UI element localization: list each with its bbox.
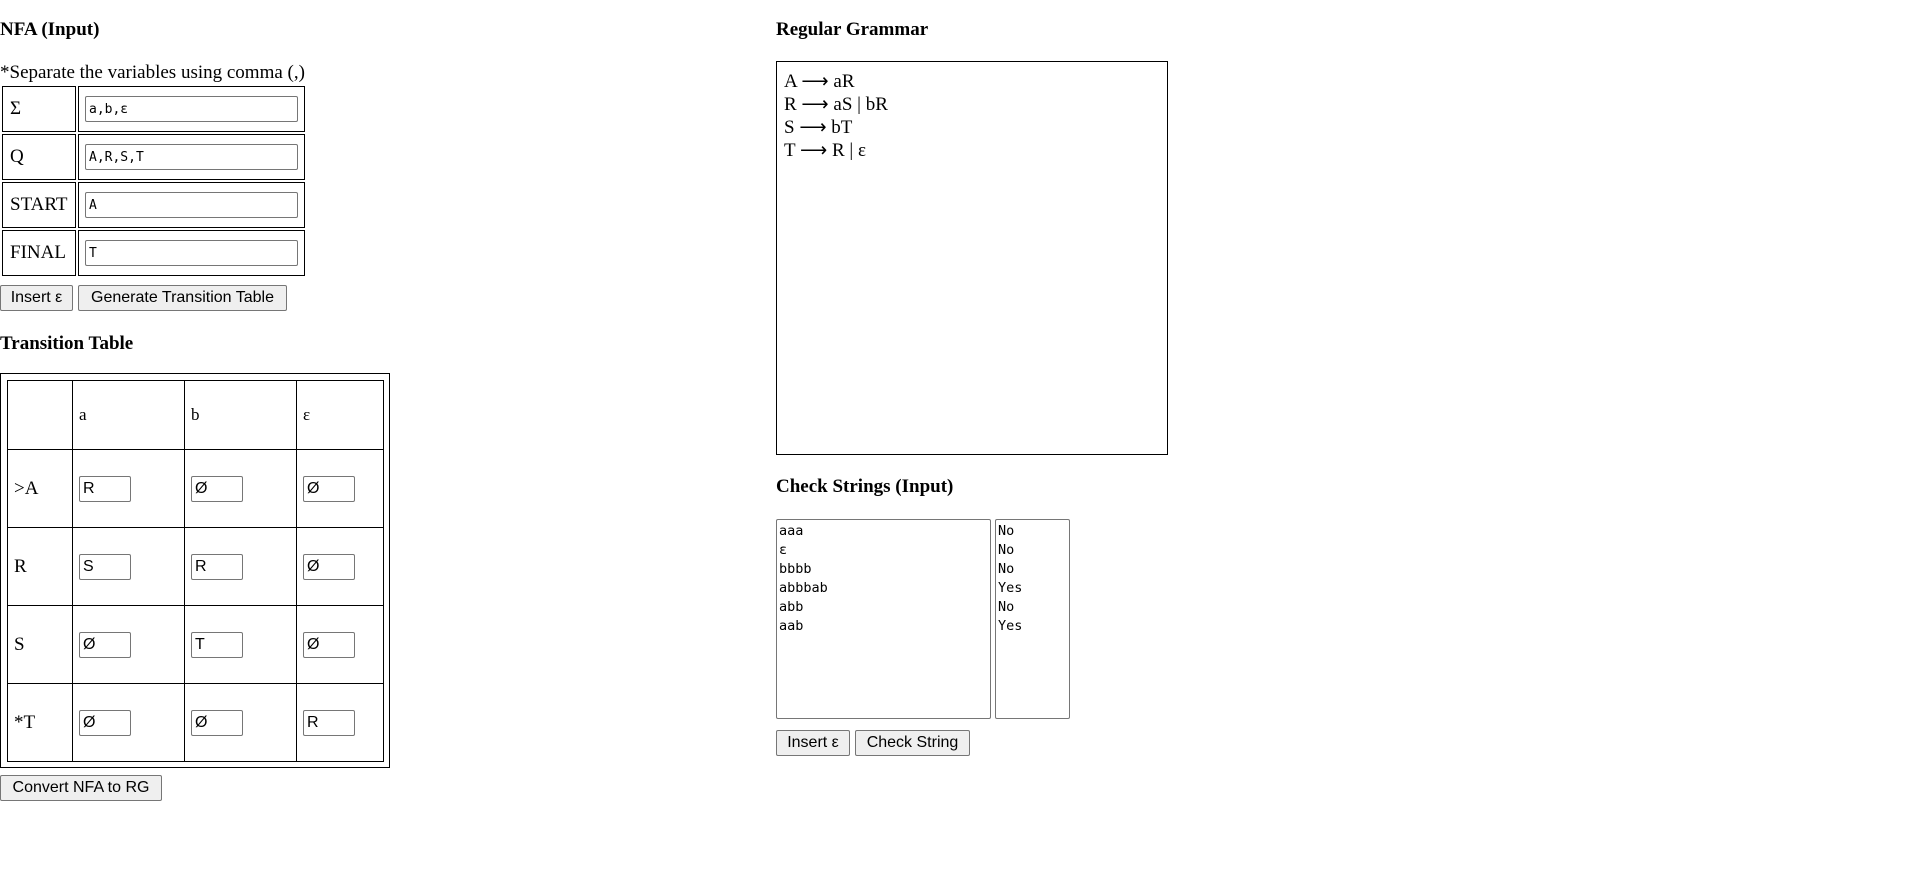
state-label: >A xyxy=(7,449,73,528)
q-label: Q xyxy=(2,134,76,180)
grammar-rule: R ⟶ aS | bR xyxy=(784,94,888,115)
start-input[interactable] xyxy=(85,192,298,218)
final-label: FINAL xyxy=(2,230,76,276)
grammar-rule: T ⟶ R | ε xyxy=(784,140,866,161)
nfa-note: *Separate the variables using comma (,) xyxy=(0,62,305,83)
strings-input[interactable]: aaa ε bbbb abbbab abb aab xyxy=(776,519,991,719)
grammar-rule: A ⟶ aR xyxy=(784,71,855,92)
table-row: *T xyxy=(7,683,384,762)
transition-cell-input[interactable] xyxy=(191,631,243,658)
transition-cell-input[interactable] xyxy=(79,553,131,580)
convert-nfa-to-rg-button[interactable]: Convert NFA to RG xyxy=(0,775,162,801)
transition-cell-input[interactable] xyxy=(79,475,131,502)
table-row: R xyxy=(7,527,384,606)
states-input[interactable] xyxy=(85,144,298,170)
state-label: S xyxy=(7,605,73,684)
transition-table-frame: a b ε >A R S *T xyxy=(0,373,390,768)
table-row: >A xyxy=(7,449,384,528)
state-label: R xyxy=(7,527,73,606)
check-insert-epsilon-button[interactable]: Insert ε xyxy=(776,730,850,756)
grammar-title: Regular Grammar xyxy=(776,19,929,40)
sigma-label: Σ xyxy=(2,86,76,132)
transition-header-epsilon: ε xyxy=(296,380,384,450)
grammar-rule: S ⟶ bT xyxy=(784,117,853,138)
results-output[interactable]: No No No Yes No Yes xyxy=(995,519,1070,719)
sigma-input[interactable] xyxy=(85,96,298,122)
insert-epsilon-button[interactable]: Insert ε xyxy=(0,285,73,311)
transition-cell-input[interactable] xyxy=(79,709,131,736)
transition-cell-input[interactable] xyxy=(191,709,243,736)
transition-header-corner xyxy=(7,380,73,450)
transition-header-b: b xyxy=(184,380,297,450)
transition-cell-input[interactable] xyxy=(303,553,355,580)
transition-header-a: a xyxy=(72,380,185,450)
nfa-title: NFA (Input) xyxy=(0,19,100,40)
table-row: S xyxy=(7,605,384,684)
final-input[interactable] xyxy=(85,240,298,266)
generate-transition-table-button[interactable]: Generate Transition Table xyxy=(78,285,287,311)
transition-title: Transition Table xyxy=(0,333,134,354)
transition-cell-input[interactable] xyxy=(303,709,355,736)
transition-cell-input[interactable] xyxy=(79,631,131,658)
transition-cell-input[interactable] xyxy=(303,475,355,502)
transition-cell-input[interactable] xyxy=(303,631,355,658)
check-strings-title: Check Strings (Input) xyxy=(776,476,954,497)
transition-cell-input[interactable] xyxy=(191,475,243,502)
nfa-input-table: Σ Q START FINAL xyxy=(0,84,307,278)
transition-table: a b ε >A R S *T xyxy=(7,380,384,762)
state-label: *T xyxy=(7,683,73,762)
grammar-output: A ⟶ aR R ⟶ aS | bR S ⟶ bT T ⟶ R | ε xyxy=(776,61,1168,455)
start-label: START xyxy=(2,182,76,228)
check-string-button[interactable]: Check String xyxy=(855,730,970,756)
transition-cell-input[interactable] xyxy=(191,553,243,580)
transition-header-row: a b ε xyxy=(7,380,384,450)
